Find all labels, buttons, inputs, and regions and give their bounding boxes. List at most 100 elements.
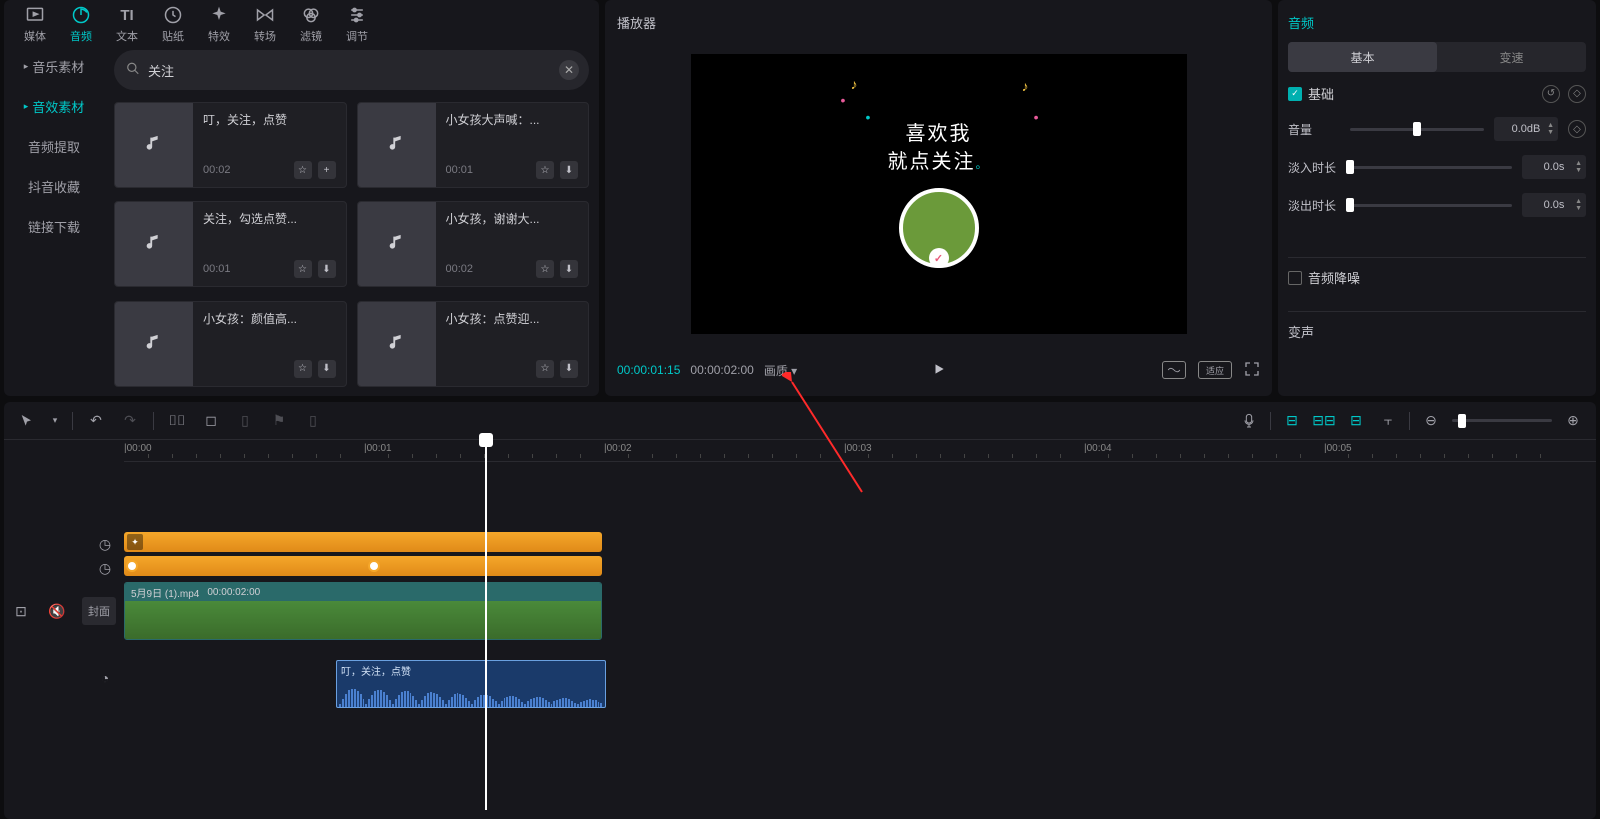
clear-search-icon[interactable]: ✕ bbox=[559, 60, 579, 80]
media-tab-media[interactable]: 媒体 bbox=[16, 0, 54, 48]
fullscreen-button[interactable] bbox=[1244, 361, 1260, 380]
split-tool[interactable]: ⌷⌷ bbox=[166, 410, 188, 432]
result-thumb[interactable] bbox=[115, 103, 193, 187]
tab-basic[interactable]: 基本 bbox=[1288, 42, 1437, 72]
result-item[interactable]: 关注，勾选点赞... 00:01 ☆ ⬇ bbox=[114, 201, 347, 287]
audio-track-bg bbox=[124, 672, 1136, 692]
track-clock-icon[interactable]: ◷ bbox=[94, 533, 116, 555]
caret-icon: ▸ bbox=[24, 61, 29, 72]
media-tab-text[interactable]: TI文本 bbox=[108, 0, 146, 48]
timeline-tracks[interactable]: ✦ 5月9日 (1).mp4 00:00:02:00 叮，关注，点赞 bbox=[124, 462, 1596, 819]
tab-label: 转场 bbox=[254, 28, 276, 44]
reset-button[interactable]: ↺ bbox=[1542, 85, 1560, 103]
favorite-icon[interactable]: ☆ bbox=[536, 161, 554, 179]
magnet-snap-button[interactable]: ⊟⊟ bbox=[1313, 410, 1335, 432]
side-item[interactable]: ▸音效素材 bbox=[10, 88, 98, 124]
favorite-icon[interactable]: ☆ bbox=[294, 360, 312, 378]
download-icon[interactable]: ⬇ bbox=[560, 360, 578, 378]
result-thumb[interactable] bbox=[115, 302, 193, 386]
video-clip[interactable]: 5月9日 (1).mp4 00:00:02:00 bbox=[124, 582, 602, 640]
clip-time: 00:00:02:00 bbox=[207, 587, 260, 598]
align-button[interactable]: ⫟ bbox=[1377, 410, 1399, 432]
select-dropdown[interactable]: ▾ bbox=[50, 410, 60, 432]
side-item[interactable]: 链接下载 bbox=[10, 208, 98, 244]
result-item[interactable]: 小女孩，谢谢大... 00:02 ☆ ⬇ bbox=[357, 201, 590, 287]
track-lock-icon[interactable]: ◔ bbox=[94, 667, 116, 689]
waveform bbox=[337, 680, 605, 708]
download-icon[interactable]: ⬇ bbox=[318, 260, 336, 278]
magnet-main-button[interactable]: ⊟ bbox=[1281, 410, 1303, 432]
media-tab-transition[interactable]: 转场 bbox=[246, 0, 284, 48]
mark-tool[interactable]: ⚑ bbox=[268, 410, 290, 432]
playhead[interactable] bbox=[479, 433, 493, 447]
scope-button[interactable] bbox=[1162, 361, 1186, 379]
media-tab-audio[interactable]: 音频 bbox=[62, 0, 100, 48]
result-thumb[interactable] bbox=[358, 202, 436, 286]
download-icon[interactable]: ⬇ bbox=[318, 360, 336, 378]
preview-video[interactable]: ♪ • • ♪ • 喜欢我 就点关注。 ✓ bbox=[691, 54, 1187, 334]
result-thumb[interactable] bbox=[115, 202, 193, 286]
basic-checkbox[interactable]: 基础 bbox=[1288, 84, 1334, 103]
volume-keyframe[interactable]: ◇ bbox=[1568, 120, 1586, 138]
keyframe-knob[interactable] bbox=[368, 560, 380, 572]
magnet-link-button[interactable]: ⊟ bbox=[1345, 410, 1367, 432]
result-item[interactable]: 小女孩：颜值高... ☆ ⬇ bbox=[114, 301, 347, 387]
redo-button[interactable]: ↷ bbox=[119, 410, 141, 432]
denoise-checkbox[interactable]: 音频降噪 bbox=[1288, 268, 1586, 287]
voice-change-label: 变声 bbox=[1288, 322, 1586, 341]
sticker-clip[interactable]: ✦ bbox=[124, 532, 602, 552]
fadein-value[interactable]: 0.0s▲▼ bbox=[1522, 155, 1586, 179]
fit-button[interactable]: 适应 bbox=[1198, 361, 1232, 379]
cover-button[interactable]: 封面 bbox=[82, 597, 116, 625]
volume-slider[interactable] bbox=[1350, 128, 1484, 131]
crop-tool[interactable]: ◻ bbox=[200, 410, 222, 432]
volume-value[interactable]: 0.0dB▲▼ bbox=[1494, 117, 1558, 141]
media-tab-sticker[interactable]: 贴纸 bbox=[154, 0, 192, 48]
zoom-out-button[interactable]: ⊖ bbox=[1420, 410, 1442, 432]
side-item[interactable]: ▸音乐素材 bbox=[10, 48, 98, 84]
track-lock-icon[interactable]: ⊡ bbox=[10, 600, 32, 622]
zoom-in-button[interactable]: ⊕ bbox=[1562, 410, 1584, 432]
keyframe-button[interactable]: ◇ bbox=[1568, 85, 1586, 103]
favorite-icon[interactable]: ☆ bbox=[294, 161, 312, 179]
media-tab-effect[interactable]: 特效 bbox=[200, 0, 238, 48]
undo-button[interactable]: ↶ bbox=[85, 410, 107, 432]
result-thumb[interactable] bbox=[358, 103, 436, 187]
result-item[interactable]: 叮，关注，点赞 00:02 ☆ + bbox=[114, 102, 347, 188]
result-thumb[interactable] bbox=[358, 302, 436, 386]
favorite-icon[interactable]: ☆ bbox=[536, 260, 554, 278]
mark-in-tool[interactable]: ▯ bbox=[234, 410, 256, 432]
record-button[interactable] bbox=[1238, 410, 1260, 432]
sticker-clip-2[interactable] bbox=[124, 556, 602, 576]
audio-clip[interactable]: 叮，关注，点赞 bbox=[336, 660, 606, 708]
side-item[interactable]: 抖音收藏 bbox=[10, 168, 98, 204]
fadeout-slider[interactable] bbox=[1350, 204, 1512, 207]
track-mute-icon[interactable]: 🔇 bbox=[46, 600, 68, 622]
add-icon[interactable]: + bbox=[318, 161, 336, 179]
search-input[interactable] bbox=[114, 50, 589, 90]
favorite-icon[interactable]: ☆ bbox=[536, 360, 554, 378]
select-tool[interactable] bbox=[16, 410, 38, 432]
tab-label: 特效 bbox=[208, 28, 230, 44]
result-item[interactable]: 小女孩：点赞迎... ☆ ⬇ bbox=[357, 301, 590, 387]
play-button[interactable] bbox=[932, 362, 946, 379]
media-tab-filter[interactable]: 滤镜 bbox=[292, 0, 330, 48]
fadeout-value[interactable]: 0.0s▲▼ bbox=[1522, 193, 1586, 217]
result-item[interactable]: 小女孩大声喊：... 00:01 ☆ ⬇ bbox=[357, 102, 590, 188]
favorite-icon[interactable]: ☆ bbox=[294, 260, 312, 278]
quality-dropdown[interactable]: 画质 ▾ bbox=[764, 362, 797, 379]
media-tab-adjust[interactable]: 调节 bbox=[338, 0, 376, 48]
tab-speed[interactable]: 变速 bbox=[1437, 42, 1586, 72]
track-clock-icon[interactable]: ◷ bbox=[94, 557, 116, 579]
side-item[interactable]: 音频提取 bbox=[10, 128, 98, 164]
timeline-panel: ▾ ↶ ↷ ⌷⌷ ◻ ▯ ⚑ ▯ ⊟ ⊟⊟ ⊟ ⫟ ⊖ ⊕ |00:00|00:… bbox=[4, 402, 1596, 819]
timeline-ruler[interactable]: |00:00|00:01|00:02|00:03|00:04|00:05 bbox=[124, 440, 1596, 462]
result-title: 小女孩大声喊：... bbox=[446, 111, 579, 128]
keyframe-knob[interactable] bbox=[126, 560, 138, 572]
download-icon[interactable]: ⬇ bbox=[560, 260, 578, 278]
zoom-slider[interactable] bbox=[1452, 419, 1552, 422]
tab-label: 文本 bbox=[116, 28, 138, 44]
mark-out-tool[interactable]: ▯ bbox=[302, 410, 324, 432]
download-icon[interactable]: ⬇ bbox=[560, 161, 578, 179]
fadein-slider[interactable] bbox=[1350, 166, 1512, 169]
